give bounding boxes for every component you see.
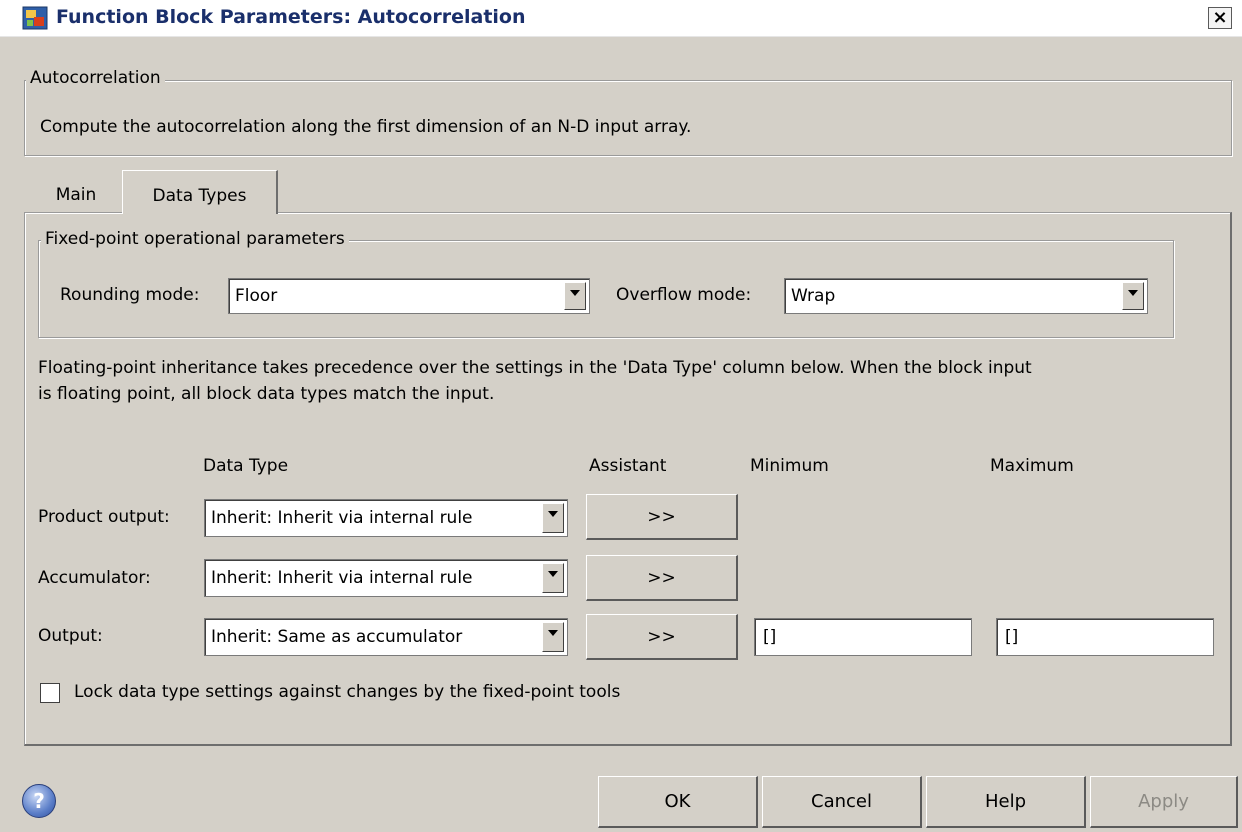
output-label: Output: <box>38 626 103 646</box>
ok-button[interactable]: OK <box>598 776 758 828</box>
inheritance-note-line2: is floating point, all block data types … <box>38 384 495 404</box>
product-output-datatype-value: Inherit: Inherit via internal rule <box>211 508 473 528</box>
accumulator-datatype-value: Inherit: Inherit via internal rule <box>211 568 473 588</box>
output-datatype-value: Inherit: Same as accumulator <box>211 627 463 647</box>
product-output-datatype-select[interactable]: Inherit: Inherit via internal rule <box>204 499 568 537</box>
close-button[interactable]: × <box>1208 7 1232 29</box>
header-minimum: Minimum <box>750 456 829 476</box>
rounding-mode-label: Rounding mode: <box>60 285 200 305</box>
output-datatype-select[interactable]: Inherit: Same as accumulator <box>204 618 568 656</box>
product-output-assistant-button[interactable]: >> <box>586 494 738 540</box>
header-maximum: Maximum <box>990 456 1074 476</box>
product-output-label: Product output: <box>38 507 170 527</box>
block-group-label: Autocorrelation <box>26 68 165 88</box>
inheritance-note-line1: Floating-point inheritance takes precede… <box>38 358 1032 378</box>
apply-button[interactable]: Apply <box>1090 776 1238 828</box>
lock-datatype-label: Lock data type settings against changes … <box>74 682 621 702</box>
rounding-mode-value: Floor <box>235 286 278 306</box>
block-description: Compute the autocorrelation along the fi… <box>40 117 692 137</box>
assistant-button-label: >> <box>647 627 676 647</box>
output-maximum-value: [] <box>1005 627 1019 647</box>
fixed-point-group-label: Fixed-point operational parameters <box>41 229 349 249</box>
tab-data-types[interactable]: Data Types <box>122 170 278 214</box>
header-data-type: Data Type <box>203 456 289 476</box>
output-maximum-field[interactable]: [] <box>996 618 1214 656</box>
lock-datatype-checkbox[interactable] <box>40 683 60 703</box>
accumulator-datatype-select[interactable]: Inherit: Inherit via internal rule <box>204 559 568 597</box>
output-assistant-button[interactable]: >> <box>586 614 738 660</box>
header-assistant: Assistant <box>589 456 667 476</box>
window-title: Function Block Parameters: Autocorrelati… <box>56 6 526 28</box>
overflow-mode-select[interactable]: Wrap <box>784 278 1148 314</box>
chevron-down-icon[interactable] <box>542 503 564 533</box>
help-button[interactable]: Help <box>926 776 1086 828</box>
title-bar: Function Block Parameters: Autocorrelati… <box>0 0 1242 37</box>
tab-main[interactable]: Main <box>30 178 122 212</box>
close-icon: × <box>1212 7 1228 28</box>
assistant-button-label: >> <box>647 507 676 527</box>
chevron-down-icon[interactable] <box>564 282 586 310</box>
output-minimum-value: [] <box>763 627 777 647</box>
overflow-mode-label: Overflow mode: <box>616 285 752 305</box>
assistant-button-label: >> <box>647 568 676 588</box>
accumulator-assistant-button[interactable]: >> <box>586 555 738 601</box>
accumulator-label: Accumulator: <box>38 568 151 588</box>
cancel-button[interactable]: Cancel <box>762 776 922 828</box>
overflow-mode-value: Wrap <box>791 286 836 306</box>
simulink-block-icon <box>22 6 48 30</box>
chevron-down-icon[interactable] <box>542 622 564 652</box>
chevron-down-icon[interactable] <box>1122 282 1144 310</box>
rounding-mode-select[interactable]: Floor <box>228 278 590 314</box>
output-minimum-field[interactable]: [] <box>754 618 972 656</box>
chevron-down-icon[interactable] <box>542 563 564 593</box>
help-question-icon[interactable]: ? <box>22 784 56 818</box>
